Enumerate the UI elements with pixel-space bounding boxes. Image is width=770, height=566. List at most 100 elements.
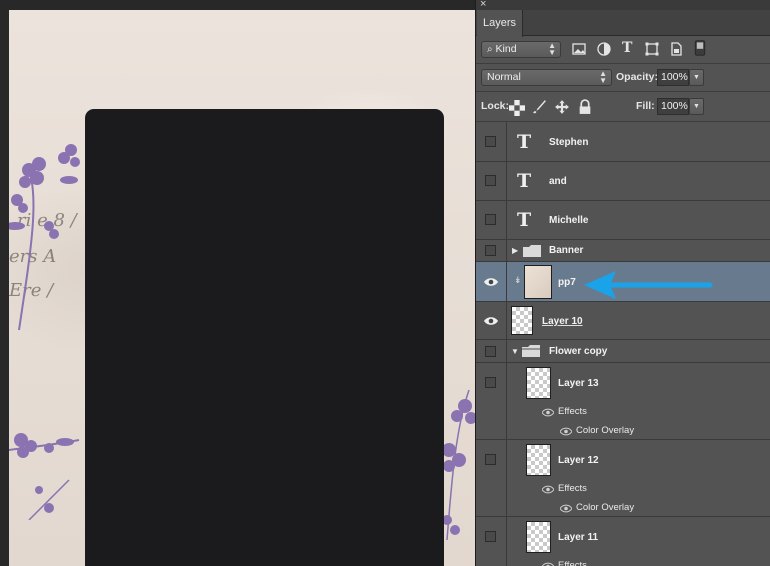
visibility-toggle-off[interactable] <box>485 245 496 256</box>
layer-name[interactable]: Layer 12 <box>558 454 599 468</box>
close-panel-button[interactable]: × <box>480 0 486 10</box>
type-layer-icon: T <box>517 131 532 153</box>
layer-name[interactable]: Flower copy <box>549 345 607 359</box>
visibility-toggle-off[interactable] <box>485 454 496 465</box>
eye-icon[interactable] <box>484 316 498 326</box>
layer-row-banner-group[interactable]: ▶ Banner <box>476 240 770 262</box>
chevron-updown-icon: ▲ ▼ <box>548 41 556 57</box>
visibility-toggle-off[interactable] <box>485 346 496 357</box>
visibility-column <box>476 122 507 161</box>
opacity-input[interactable]: 100% <box>657 69 689 86</box>
opacity-slider-toggle[interactable]: ▼ <box>689 69 704 86</box>
visibility-column <box>476 302 507 339</box>
shape-filter-icon[interactable] <box>644 41 660 57</box>
collapse-arrow-icon[interactable]: ▼ <box>511 347 519 357</box>
effect-visibility-icon[interactable] <box>560 504 572 513</box>
effects-label[interactable]: Effects <box>558 406 587 418</box>
clipping-mask-icon: ↡ <box>514 275 522 285</box>
eye-icon[interactable] <box>484 277 498 287</box>
folder-icon <box>523 245 541 257</box>
panel-header-strip: × <box>476 0 770 10</box>
effects-label[interactable]: Effects <box>558 560 587 566</box>
fill-input[interactable]: 100% <box>657 98 689 115</box>
layer-name[interactable]: Banner <box>549 244 583 258</box>
layer-row-layer-12[interactable]: Layer 12 Effects Color Overlay <box>476 440 770 517</box>
layer-row-layer-11[interactable]: Layer 11 Effects <box>476 517 770 566</box>
layer-name[interactable]: and <box>549 175 567 189</box>
tab-layers[interactable]: Layers <box>477 10 523 37</box>
layer-thumbnail <box>526 367 551 399</box>
layer-row-layer-10[interactable]: Layer 10 <box>476 302 770 340</box>
photo-placeholder-frame[interactable] <box>85 109 444 566</box>
layer-row-michelle[interactable]: T Michelle <box>476 201 770 240</box>
layer-row-and[interactable]: T and <box>476 162 770 201</box>
opacity-label: Opacity: <box>616 71 659 83</box>
effects-visibility-icon[interactable] <box>542 485 554 494</box>
filter-toggle-icon[interactable] <box>692 40 708 56</box>
visibility-column <box>476 162 507 200</box>
layer-name[interactable]: Layer 10 <box>542 315 583 329</box>
folder-open-icon <box>522 345 540 357</box>
type-layer-icon: T <box>517 209 532 231</box>
lock-transparent-icon[interactable] <box>509 100 525 116</box>
layer-name[interactable]: Michelle <box>549 214 588 228</box>
visibility-toggle-off[interactable] <box>485 136 496 147</box>
layer-name[interactable]: pp7 <box>558 276 576 290</box>
panel-tab-bar: Layers <box>476 10 770 37</box>
visibility-column <box>476 201 507 239</box>
fill-label: Fill: <box>636 100 655 112</box>
image-filter-icon[interactable] <box>571 41 587 57</box>
layer-row-stephen[interactable]: T Stephen <box>476 122 770 162</box>
expand-arrow-icon[interactable]: ▶ <box>512 246 518 256</box>
color-overlay-effect[interactable]: Color Overlay <box>576 502 634 514</box>
visibility-toggle-off[interactable] <box>485 214 496 225</box>
color-overlay-effect[interactable]: Color Overlay <box>576 425 634 437</box>
filter-kind-dropdown[interactable]: ⌕ Kind ▲ ▼ <box>481 41 561 58</box>
lock-position-icon[interactable] <box>554 99 570 115</box>
layer-thumbnail <box>526 444 551 476</box>
smart-object-filter-icon[interactable] <box>668 41 684 57</box>
visibility-toggle-off[interactable] <box>485 175 496 186</box>
visibility-column <box>476 262 507 301</box>
canvas-area[interactable]: ri e 8 / ers A Ere / <box>0 0 475 566</box>
type-filter-icon[interactable]: T <box>622 40 638 56</box>
effects-visibility-icon[interactable] <box>542 408 554 417</box>
document-canvas[interactable]: ri e 8 / ers A Ere / <box>9 10 475 566</box>
lock-image-icon[interactable] <box>531 99 547 115</box>
visibility-column <box>476 440 507 516</box>
fill-slider-toggle[interactable]: ▼ <box>689 98 704 115</box>
effects-label[interactable]: Effects <box>558 483 587 495</box>
layer-row-layer-13[interactable]: Layer 13 Effects Color Overlay <box>476 363 770 440</box>
type-layer-icon: T <box>517 170 532 192</box>
visibility-column <box>476 240 507 261</box>
visibility-toggle-off[interactable] <box>485 531 496 542</box>
search-icon: ⌕ <box>487 44 493 55</box>
layer-name[interactable]: Stephen <box>549 136 588 150</box>
chevron-down-icon: ▼ <box>693 103 700 110</box>
visibility-toggle-off[interactable] <box>485 377 496 388</box>
lock-label: Lock: <box>481 100 510 112</box>
adjustment-filter-icon[interactable] <box>596 41 612 57</box>
visibility-column <box>476 340 507 362</box>
flower-decoration <box>9 144 80 331</box>
layer-thumbnail <box>511 306 533 335</box>
chevron-updown-icon: ▲ ▼ <box>599 69 607 85</box>
blend-mode-dropdown[interactable]: Normal ▲ ▼ <box>481 69 612 86</box>
flower-decoration <box>9 433 80 520</box>
filter-row: ⌕ Kind ▲ ▼ T <box>476 36 770 64</box>
layer-name[interactable]: Layer 11 <box>558 531 598 545</box>
effects-visibility-icon[interactable] <box>542 562 554 566</box>
layer-name[interactable]: Layer 13 <box>558 377 599 391</box>
chevron-down-icon: ▼ <box>693 74 700 81</box>
layer-thumbnail <box>524 265 552 299</box>
annotation-arrow <box>584 271 713 299</box>
visibility-column <box>476 363 507 439</box>
effect-visibility-icon[interactable] <box>560 427 572 436</box>
blend-mode-value: Normal <box>487 71 521 83</box>
blend-row: Normal ▲ ▼ Opacity: 100% ▼ <box>476 64 770 92</box>
lock-row: Lock: Fill: 100% ▼ <box>476 92 770 122</box>
layer-thumbnail <box>526 521 551 553</box>
layer-row-flower-copy-group[interactable]: ▼ Flower copy <box>476 340 770 363</box>
filter-kind-value: Kind <box>495 43 517 55</box>
lock-all-icon[interactable] <box>577 99 593 115</box>
